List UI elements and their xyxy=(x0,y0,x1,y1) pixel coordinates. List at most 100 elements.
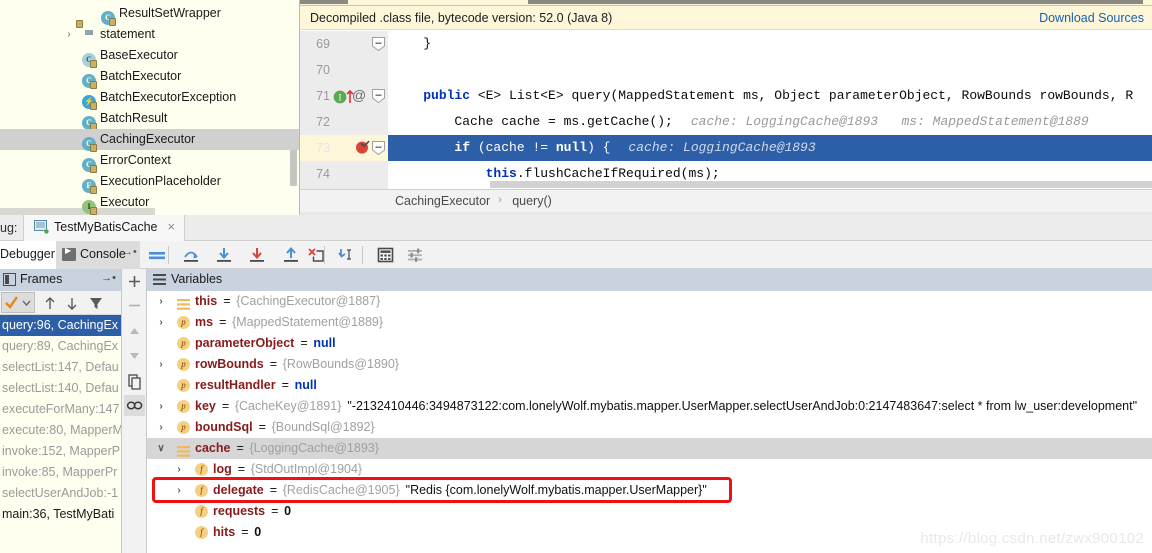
chevron-right-icon[interactable]: › xyxy=(155,396,167,417)
chevron-right-icon[interactable]: › xyxy=(155,291,167,312)
tab-console[interactable]: Console →• xyxy=(56,241,140,269)
variable-value: null xyxy=(313,336,336,350)
variable-row[interactable]: › p ms = {MappedStatement@1889} xyxy=(147,312,1152,333)
tree-item-batchexecutorexception[interactable]: ⚡ BatchExecutorException xyxy=(0,87,299,110)
frames-panel[interactable]: Frames →• query:96, CachingEx query:89, … xyxy=(0,269,122,553)
frames-list[interactable]: query:96, CachingEx query:89, CachingEx se… xyxy=(0,315,121,553)
variable-row[interactable]: ∨ cache = {LoggingCache@1893} xyxy=(147,438,1152,459)
editor-line-71[interactable]: 71 I @ public <E> List<E> query(MappedStat… xyxy=(300,83,1152,109)
chevron-right-icon[interactable]: › xyxy=(155,354,167,375)
thread-selector[interactable] xyxy=(1,292,35,313)
close-icon[interactable]: × xyxy=(168,219,176,234)
chevron-right-icon[interactable]: › xyxy=(155,417,167,438)
fold-marker-icon[interactable] xyxy=(372,37,385,51)
step-into-button[interactable] xyxy=(213,244,235,266)
frame-item[interactable]: query:89, CachingEx xyxy=(0,336,121,357)
download-sources-link[interactable]: Download Sources xyxy=(1039,11,1144,25)
variable-row[interactable]: › p key = {CacheKey@1891} "-2132410446:349487… xyxy=(147,396,1152,417)
frames-toolbar[interactable] xyxy=(0,291,121,315)
variable-row[interactable]: p resultHandler = null xyxy=(147,375,1152,396)
variable-name: delegate xyxy=(213,483,264,497)
editor-line-72[interactable]: 72 Cache cache = ms.getCache(); cache: Lo… xyxy=(300,109,1152,135)
variable-row[interactable]: › p rowBounds = {RowBounds@1890} xyxy=(147,354,1152,375)
step-out-button[interactable] xyxy=(280,244,302,266)
variable-row[interactable]: p parameterObject = null xyxy=(147,333,1152,354)
tree-item-batchresult[interactable]: C BatchResult xyxy=(0,108,299,131)
editor-body[interactable]: 69 } 70 71 I @ public <E> List<E> query(Mapp… xyxy=(300,31,1152,213)
frame-item[interactable]: query:96, CachingEx xyxy=(0,315,121,336)
chevron-right-icon[interactable]: › xyxy=(63,24,75,45)
chevron-right-icon[interactable]: › xyxy=(173,480,185,501)
code-editor[interactable]: Decompiled .class file, bytecode version… xyxy=(300,0,1152,215)
move-down-button[interactable] xyxy=(124,345,145,366)
drop-frame-button[interactable] xyxy=(305,244,327,266)
chevron-right-icon[interactable]: › xyxy=(173,459,185,480)
copy-value-button[interactable] xyxy=(124,371,145,392)
force-step-into-button[interactable] xyxy=(246,244,268,266)
ide-window: C ResultSetWrapper › statement C BaseExecutor… xyxy=(0,0,1152,553)
editor-horizontal-scrollbar[interactable] xyxy=(490,181,1152,188)
frame-item[interactable]: selectList:140, Defau xyxy=(0,378,121,399)
debug-session-tab[interactable]: TestMyBatisCache × xyxy=(23,215,185,241)
run-to-cursor-button[interactable] xyxy=(336,244,358,266)
tree-item-batchexecutor[interactable]: C BatchExecutor xyxy=(0,66,299,89)
chevron-down-icon[interactable]: ∨ xyxy=(155,438,167,459)
frame-item[interactable]: executeForMany:147 xyxy=(0,399,121,420)
variable-row[interactable]: f requests = 0 xyxy=(147,501,1152,522)
frame-item[interactable]: selectList:147, Defau xyxy=(0,357,121,378)
rerun-button[interactable] xyxy=(146,244,168,266)
variables-side-toolbar[interactable] xyxy=(122,269,147,553)
tree-item-executor[interactable]: I Executor xyxy=(0,192,299,215)
evaluate-expression-button[interactable] xyxy=(374,244,396,266)
fold-marker-icon[interactable] xyxy=(372,89,385,103)
class-icon: C xyxy=(82,69,97,89)
frame-item[interactable]: main:36, TestMyBati xyxy=(0,504,121,525)
frames-up-button[interactable] xyxy=(40,294,60,312)
variable-name: log xyxy=(213,462,232,476)
editor-line-73[interactable]: 73 if (cache != null) {cache: LoggingCac… xyxy=(300,135,1152,161)
variable-row[interactable]: › this = {CachingExecutor@1887} xyxy=(147,291,1152,312)
frames-pin-icon[interactable]: →• xyxy=(101,272,116,284)
fold-marker-icon[interactable] xyxy=(372,141,385,155)
variables-list[interactable]: › this = {CachingExecutor@1887} › p ms = {Mapped… xyxy=(147,291,1152,553)
add-watch-button[interactable] xyxy=(124,271,145,292)
variables-title: Variables xyxy=(171,272,223,286)
remove-watch-button[interactable] xyxy=(124,295,145,316)
breakpoint-icon[interactable] xyxy=(355,139,371,155)
editor-line-70[interactable]: 70 xyxy=(300,57,1152,83)
tree-item-errorcontext[interactable]: C ErrorContext xyxy=(0,150,299,173)
tree-item-resultsetwrapper[interactable]: C ResultSetWrapper xyxy=(0,3,299,26)
variable-row[interactable]: › f delegate = {RedisCache@1905} "Redis {com.… xyxy=(147,480,1152,501)
tab-debugger-label: Debugger xyxy=(0,247,55,261)
frame-item[interactable]: invoke:85, MapperPr xyxy=(0,462,121,483)
debugger-toolbar[interactable]: Debugger Console →• xyxy=(0,241,1152,269)
tree-item-cachingexecutor[interactable]: C CachingExecutor xyxy=(0,129,299,152)
move-up-button[interactable] xyxy=(124,321,145,342)
variables-panel[interactable]: Variables › this = {CachingExecutor@1887} › p… xyxy=(147,269,1152,553)
variable-row[interactable]: › f log = {StdOutImpl@1904} xyxy=(147,459,1152,480)
frame-item[interactable]: selectUserAndJob:-1 xyxy=(0,483,121,504)
breadcrumb-item-1[interactable]: query() xyxy=(512,194,552,208)
tree-item-statement[interactable]: › statement xyxy=(0,20,299,45)
tab-debugger[interactable]: Debugger xyxy=(0,241,56,269)
frame-item[interactable]: execute:80, MapperM xyxy=(0,420,121,441)
frames-down-button[interactable] xyxy=(62,294,82,312)
breadcrumb[interactable]: CachingExecutor › query() xyxy=(300,189,1152,212)
step-over-button[interactable] xyxy=(180,244,202,266)
equals-bars-icon xyxy=(146,247,168,263)
decompiled-notice-text: Decompiled .class file, bytecode version… xyxy=(310,11,613,25)
variable-name: hits xyxy=(213,525,236,539)
tree-item-baseexecutor[interactable]: C BaseExecutor xyxy=(0,45,299,68)
frame-item[interactable]: invoke:152, MapperP xyxy=(0,441,121,462)
inspect-button[interactable] xyxy=(124,395,145,416)
project-tree[interactable]: C ResultSetWrapper › statement C BaseExecutor… xyxy=(0,0,300,215)
breadcrumb-item-0[interactable]: CachingExecutor xyxy=(395,194,490,208)
variable-row[interactable]: › p boundSql = {BoundSql@1892} xyxy=(147,417,1152,438)
editor-line-69[interactable]: 69 } xyxy=(300,31,1152,57)
chevron-right-icon[interactable]: › xyxy=(155,312,167,333)
frames-filter-button[interactable] xyxy=(86,294,106,312)
settings-button[interactable] xyxy=(404,244,426,266)
pin-icon[interactable]: →• xyxy=(122,246,137,258)
active-editor-tab[interactable] xyxy=(348,0,528,5)
tree-item-executionplaceholder[interactable]: E ExecutionPlaceholder xyxy=(0,171,299,194)
